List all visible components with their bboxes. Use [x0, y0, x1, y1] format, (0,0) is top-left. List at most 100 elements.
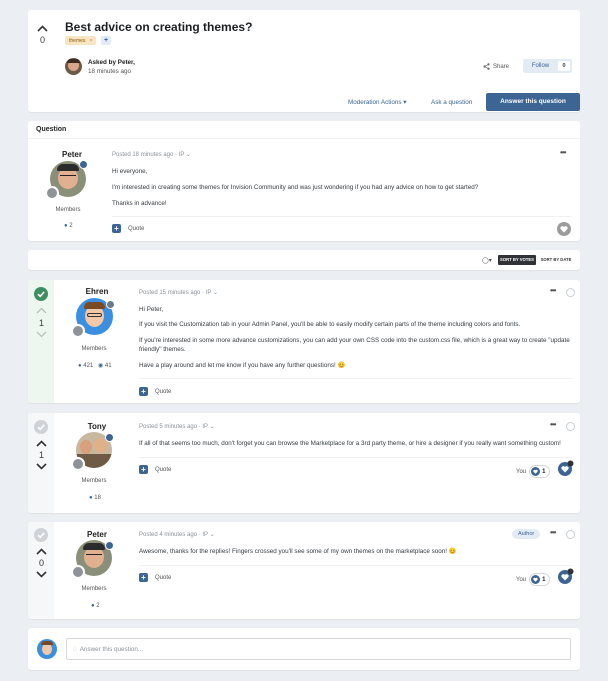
comment-icon: ●: [64, 223, 68, 229]
multiquote-plus-icon[interactable]: +: [139, 573, 148, 582]
you-label: You: [516, 468, 527, 475]
share-label: Share: [493, 63, 510, 70]
page-title: Best advice on creating themes?: [65, 20, 253, 34]
answer-line-1: If all of that seems too much, don't for…: [139, 440, 561, 447]
question-section-header: Question: [36, 126, 67, 133]
answer-line-1: Hi Peter,: [139, 306, 164, 313]
question-quote-button[interactable]: + Quote: [112, 224, 144, 233]
tag-label: themes: [69, 37, 86, 44]
follow-label: Follow: [531, 63, 550, 69]
answer-card-peter: 0 Peter Members ● 2 Posted 4 minutes ago…: [28, 522, 580, 619]
answer-posted-time: Posted 15 minutes ago · IP ⌄: [139, 290, 218, 296]
reply-placeholder: Answer this question...: [79, 645, 144, 653]
question-author-posts: ● 2: [64, 223, 73, 229]
tag-remove-icon[interactable]: ×: [89, 38, 92, 44]
reply-card: ◌ Answer this question...: [28, 628, 580, 670]
answer-author-role: Members: [81, 478, 107, 484]
answer-author-posts: ● 2: [91, 603, 100, 609]
answer-footer-divider: [139, 457, 572, 458]
current-user-avatar: [37, 639, 57, 659]
reaction-heart-icon[interactable]: [557, 222, 571, 236]
like-heart-icon: [531, 467, 541, 476]
multiquote-plus-icon[interactable]: +: [139, 465, 148, 474]
vote-down-icon[interactable]: [36, 331, 47, 338]
answer-quote-button[interactable]: + Quote: [139, 573, 171, 582]
reputation-icon: ◉: [97, 363, 104, 369]
share-button[interactable]: Share: [483, 63, 509, 70]
sort-by-date-button[interactable]: SORT BY DATE: [537, 255, 575, 265]
question-footer-divider: [112, 216, 572, 217]
answer-question-button[interactable]: Answer this question: [486, 93, 580, 111]
question-line-2: I'm interested in creating some themes f…: [112, 184, 479, 191]
member-badge-icon: [106, 300, 115, 309]
question-card: Question Peter Members ● 2 Posted 18 min…: [28, 121, 580, 241]
best-answer-check-icon[interactable]: [34, 287, 48, 301]
asker-avatar[interactable]: [65, 58, 82, 75]
vote-up-icon[interactable]: [36, 548, 47, 555]
reply-input[interactable]: ◌ Answer this question...: [66, 638, 571, 660]
asked-by-text: Asked by Peter,: [88, 59, 135, 66]
select-answer-checkbox[interactable]: [566, 288, 575, 297]
vote-down-icon[interactable]: [36, 463, 47, 470]
vote-down-icon[interactable]: [36, 571, 47, 578]
answer-quote-button[interactable]: + Quote: [139, 465, 171, 474]
react-heart-icon[interactable]: [558, 568, 574, 584]
moderation-actions-menu[interactable]: Moderation Actions ▾: [348, 99, 406, 106]
asked-time: 18 minutes ago: [88, 68, 132, 75]
follow-count: 0: [558, 61, 570, 71]
answer-author-role: Members: [81, 586, 107, 592]
vote-up-icon[interactable]: [36, 440, 47, 447]
rank-badge-icon: [45, 186, 59, 200]
sort-by-votes-button[interactable]: SORT BY VOTES: [498, 255, 536, 265]
follow-button[interactable]: Follow 0: [523, 59, 572, 73]
answer-author-name[interactable]: Peter: [67, 530, 127, 539]
mark-best-answer-icon[interactable]: [34, 420, 48, 434]
answer-line-1: Awesome, thanks for the replies! Fingers…: [139, 548, 457, 555]
multiquote-plus-icon[interactable]: +: [139, 387, 148, 396]
answer-card-ehren: 1 Ehren Members ● 421 ◉ 41 Posted 15 min…: [28, 280, 580, 403]
answer-options-icon[interactable]: •••: [550, 420, 556, 429]
select-answer-checkbox[interactable]: [566, 422, 575, 431]
answer-posted-time: Posted 4 minutes ago · IP ⌄: [139, 532, 215, 538]
author-badge: Author: [512, 529, 541, 539]
topic-vote-count: 0: [39, 35, 45, 45]
answer-line-3: If you're interested in some more advanc…: [139, 337, 570, 344]
answer-line-4: friendly" themes.: [139, 346, 186, 353]
answer-line-2: If you visit the Customization tab in yo…: [139, 321, 521, 328]
vote-up-icon[interactable]: [37, 25, 48, 32]
reaction-count-pill[interactable]: 1: [529, 573, 551, 586]
rank-badge-icon: [71, 457, 85, 471]
answer-card-tony: 1 Tony Members ● 18 Posted 5 minutes ago…: [28, 413, 580, 513]
ask-question-link[interactable]: Ask a question: [431, 99, 472, 106]
reaction-summary[interactable]: You 1: [516, 573, 551, 586]
member-badge-icon: [105, 433, 114, 442]
member-badge-icon: [105, 541, 114, 550]
vote-up-icon[interactable]: [36, 307, 47, 314]
react-heart-icon[interactable]: [558, 460, 574, 476]
member-badge-icon: [79, 160, 88, 169]
answer-footer-divider: [139, 565, 572, 566]
multiquote-plus-icon[interactable]: +: [112, 224, 121, 233]
question-posted-time: Posted 18 minutes ago · IP ⌄: [112, 152, 191, 158]
reaction-count-pill[interactable]: 1: [529, 465, 551, 478]
answer-author-name[interactable]: Ehren: [67, 287, 127, 296]
reaction-summary[interactable]: You 1: [516, 465, 551, 478]
answer-author-stats: ● 421 ◉ 41: [78, 363, 112, 369]
select-dropdown-icon[interactable]: ◯▾: [482, 257, 493, 264]
answer-author-name[interactable]: Tony: [67, 422, 127, 431]
answer-options-icon[interactable]: •••: [550, 528, 556, 537]
question-author-name[interactable]: Peter: [42, 150, 102, 159]
like-heart-icon: [531, 575, 541, 584]
tag-badge[interactable]: themes ×: [65, 36, 97, 45]
question-options-icon[interactable]: •••: [560, 148, 566, 157]
mark-best-answer-icon[interactable]: [34, 528, 48, 542]
answer-vote-count: 0: [38, 558, 44, 568]
answer-footer-divider: [139, 378, 572, 379]
add-tag-button[interactable]: +: [101, 36, 111, 45]
answer-options-icon[interactable]: •••: [550, 286, 556, 295]
answer-quote-button[interactable]: + Quote: [139, 387, 171, 396]
select-answer-checkbox[interactable]: [566, 530, 575, 539]
answer-author-role: Members: [81, 346, 107, 352]
answer-posted-time: Posted 5 minutes ago · IP ⌄: [139, 424, 215, 430]
answer-vote-count: 1: [38, 450, 44, 460]
